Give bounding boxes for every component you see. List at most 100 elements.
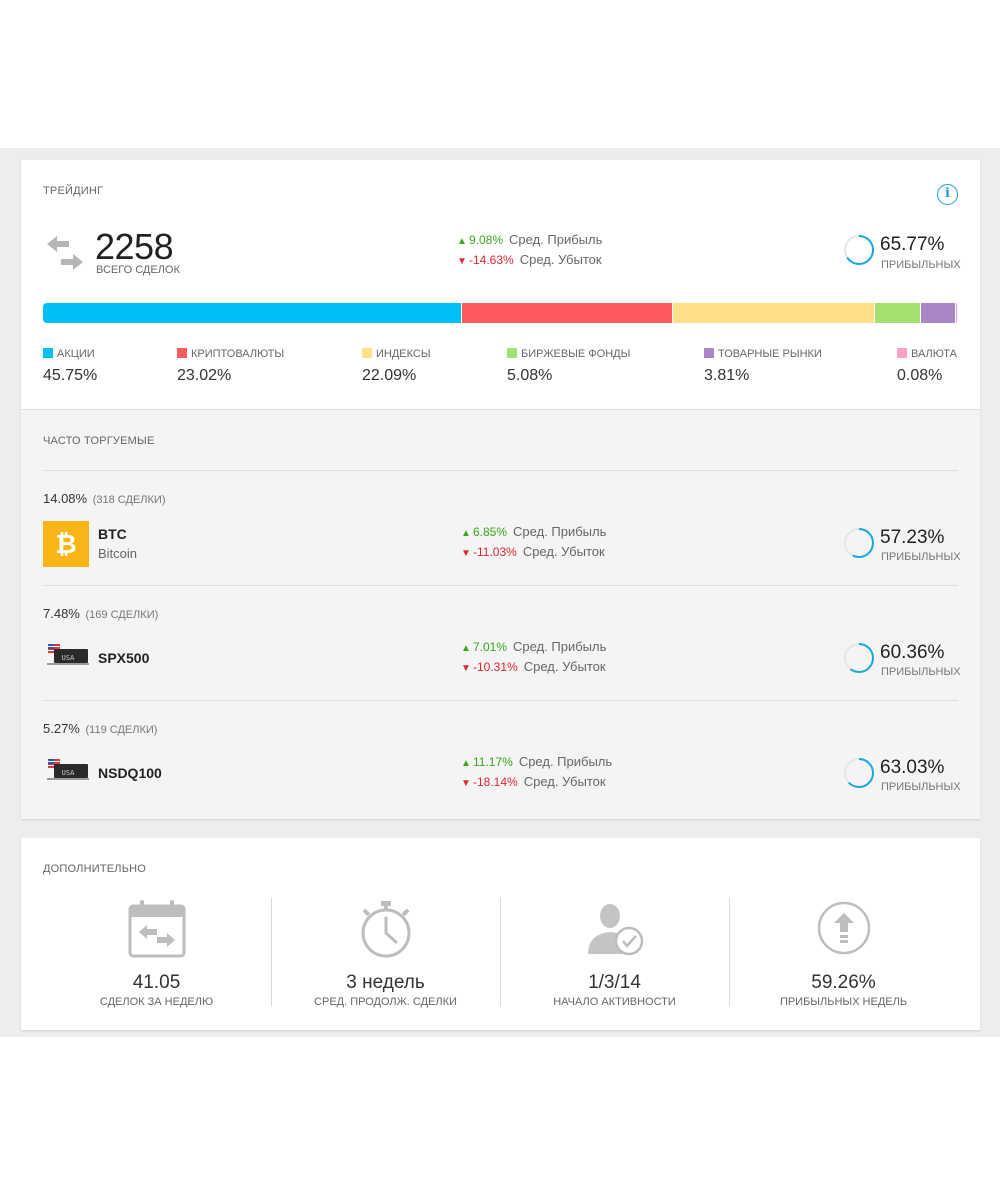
arrow-down-icon: ▼ [461,778,471,789]
asset-name: Bitcoin [98,546,138,561]
arrow-down-icon: ▼ [457,256,467,267]
asset-avg-loss: ▼ -18.14% Сред. Убыток [461,774,606,789]
allocation-segment [874,303,922,323]
asset-trade-count: (318 СДЕЛКИ) [92,494,166,506]
trading-card: Трейдинг i 2258 Всего сделок ▲ 9.08% Сред.… [21,160,980,409]
legend-crypto: Криптовалюты 23.02% [177,344,284,385]
stat-trades-per-week: 41.05 Сделок за неделю [42,898,271,1008]
asset-profitable-label: Прибыльных [881,666,961,678]
asset-avg-loss-value: -11.03% [473,545,517,559]
asset-profitable-donut [844,643,874,673]
extra-title: Дополнительно [43,863,147,875]
arrow-up-icon: ▲ [461,528,471,539]
extra-card: Дополнительно 41.05 Сделок за неделю 3 н… [21,838,980,1030]
asset-share-value: 14.08% [43,491,88,506]
arrow-up-icon: ▲ [457,236,467,247]
legend-value: 23.02% [177,367,232,384]
profitable-label: Прибыльных [881,259,961,271]
asset-avg-loss-label: Сред. Убыток [522,544,605,559]
bitcoin-logo: ₿ [43,521,89,567]
legend-value: 45.75% [43,367,98,384]
legend-name: Биржевые фонды [521,348,631,360]
asset-avg-profit-value: 7.01% [473,640,508,654]
asset-avg-profit-value: 6.85% [473,525,508,539]
avg-loss: ▼ -14.63% Сред. Убыток [457,252,602,267]
usa-logo-text: USA [62,769,75,777]
avg-profit-value: 9.08% [469,233,504,247]
asset-profitable-donut [844,758,874,788]
asset-symbol[interactable]: NSDQ100 [98,765,162,781]
asset-row-nsdq100[interactable]: 5.27% (119 СДЕЛКИ) USA NSDQ100 ▲ 11.17% Ср… [43,700,961,815]
stat-avg-duration: 3 недель Сред. продолж. сделки [271,898,500,1008]
avg-loss-value: -14.63% [469,253,514,267]
asset-avg-loss: ▼ -10.31% Сред. Убыток [461,659,606,674]
legend-value: 0.08% [897,367,943,384]
arrow-down-icon: ▼ [461,663,471,674]
frequent-title: Часто торгуемые [43,435,155,447]
legend-value: 3.81% [704,367,750,384]
asset-share: 7.48% (169 СДЕЛКИ) [43,606,158,621]
legend-value: 5.08% [507,367,553,384]
asset-avg-loss-value: -18.14% [473,775,518,789]
stat-value: 1/3/14 [588,972,641,993]
asset-avg-profit-label: Сред. Прибыль [513,639,607,654]
legend-name: Валюта [911,348,957,360]
usa-index-logo: USA [47,759,89,780]
legend-etf: Биржевые фонды 5.08% [507,344,630,385]
asset-share: 5.27% (119 СДЕЛКИ) [43,721,157,736]
allocation-bar [43,303,957,323]
legend-indices: Индексы 22.09% [362,344,431,385]
stat-active-since: 1/3/14 Начало активности [500,898,729,1008]
asset-share-value: 5.27% [43,721,80,736]
asset-profitable-pct: 57.23% [880,527,945,548]
asset-avg-profit: ▲ 7.01% Сред. Прибыль [461,639,606,654]
asset-trade-count: (169 СДЕЛКИ) [85,609,159,621]
stat-profitable-weeks: 59.26% Прибыльных недель [729,898,958,1008]
asset-avg-loss-label: Сред. Убыток [523,774,606,789]
asset-profitable-label: Прибыльных [881,781,961,793]
profitable-pct: 65.77% [880,234,945,255]
asset-share-value: 7.48% [43,606,80,621]
stat-label: Сделок за неделю [99,996,214,1008]
svg-text:₿: ₿ [55,530,76,560]
asset-avg-profit: ▲ 6.85% Сред. Прибыль [461,524,606,539]
asset-profitable-donut [844,528,874,558]
calendar-swap-icon [128,900,185,958]
asset-avg-loss-label: Сред. Убыток [523,659,606,674]
arrow-up-circle-icon [817,901,870,955]
avg-loss-label: Сред. Убыток [519,252,602,267]
allocation-segment [461,303,673,323]
stat-label: Прибыльных недель [779,996,908,1008]
allocation-segment [921,303,957,323]
asset-avg-profit-label: Сред. Прибыль [518,754,613,769]
legend-commodities: Товарные рынки 3.81% [704,344,822,385]
legend-swatch [362,348,372,358]
asset-avg-profit-value: 11.17% [473,755,513,769]
arrow-up-icon: ▲ [461,643,471,654]
usa-index-logo: USA [47,644,89,665]
allocation-segment [672,303,875,323]
user-check-icon [587,904,643,956]
asset-row-spx500[interactable]: 7.48% (169 СДЕЛКИ) USA SPX500 ▲ 7.01% Сред… [43,585,961,700]
usa-logo-text: USA [62,654,75,662]
info-icon[interactable]: i [937,184,958,205]
asset-trade-count: (119 СДЕЛКИ) [85,724,158,736]
avg-profit-label: Сред. Прибыль [509,232,603,247]
legend-currency: Валюта 0.08% [897,344,957,385]
legend-swatch [507,348,517,358]
asset-share: 14.08% (318 СДЕЛКИ) [43,491,165,506]
asset-avg-profit: ▲ 11.17% Сред. Прибыль [461,754,612,769]
avg-profit: ▲ 9.08% Сред. Прибыль [457,232,602,247]
asset-symbol[interactable]: BTC [98,526,127,542]
asset-avg-loss: ▼ -11.03% Сред. Убыток [461,544,605,559]
stat-label: Сред. продолж. сделки [314,996,457,1008]
asset-symbol[interactable]: SPX500 [98,650,149,666]
legend-value: 22.09% [362,367,417,384]
arrow-up-icon: ▲ [461,758,471,769]
asset-avg-loss-value: -10.31% [473,660,518,674]
legend-name: Индексы [376,348,431,360]
arrow-down-icon: ▼ [461,548,471,559]
legend-name: Акции [57,348,95,360]
legend-stocks: Акции 45.75% [43,344,97,385]
asset-row-btc[interactable]: 14.08% (318 СДЕЛКИ) ₿ BTC Bitcoin ▲ 6.85%… [43,470,961,585]
